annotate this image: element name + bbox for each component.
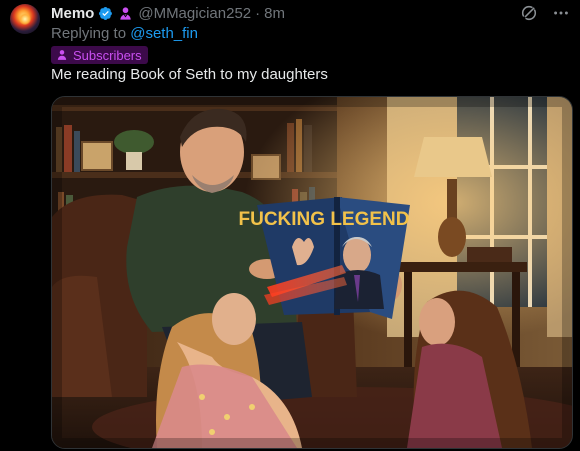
subscribers-badge[interactable]: Subscribers [51, 46, 148, 64]
grok-icon[interactable] [520, 4, 538, 22]
book-cover-text: FUCKING LEGEND [239, 209, 410, 230]
reply-prefix: Replying to [51, 25, 131, 42]
separator-dot: · [255, 4, 261, 22]
verified-badge-icon [99, 6, 113, 20]
subscribers-badge-label: Subscribers [73, 47, 142, 63]
tweet-header: Memo @MMagician252 · 8m [51, 3, 285, 23]
tweet-image[interactable]: FUCKING LEGEND [51, 96, 573, 449]
author-handle[interactable]: @MMagician252 [138, 5, 251, 22]
more-icon[interactable] [552, 4, 570, 22]
reply-target-link[interactable]: @seth_fin [130, 25, 198, 42]
tweet-text: Me reading Book of Seth to my daughters [51, 66, 328, 83]
subscriber-person-icon [120, 6, 131, 20]
reply-context: Replying to @seth_fin [51, 25, 198, 42]
tweet[interactable]: Memo @MMagician252 · 8m Replying to @set… [0, 0, 580, 451]
top-actions [520, 4, 570, 22]
subscriber-person-icon [57, 50, 67, 60]
timestamp[interactable]: 8m [264, 5, 285, 22]
author-name[interactable]: Memo [51, 5, 94, 22]
avatar[interactable] [10, 4, 40, 34]
image-illustration: FUCKING LEGEND [52, 97, 572, 448]
